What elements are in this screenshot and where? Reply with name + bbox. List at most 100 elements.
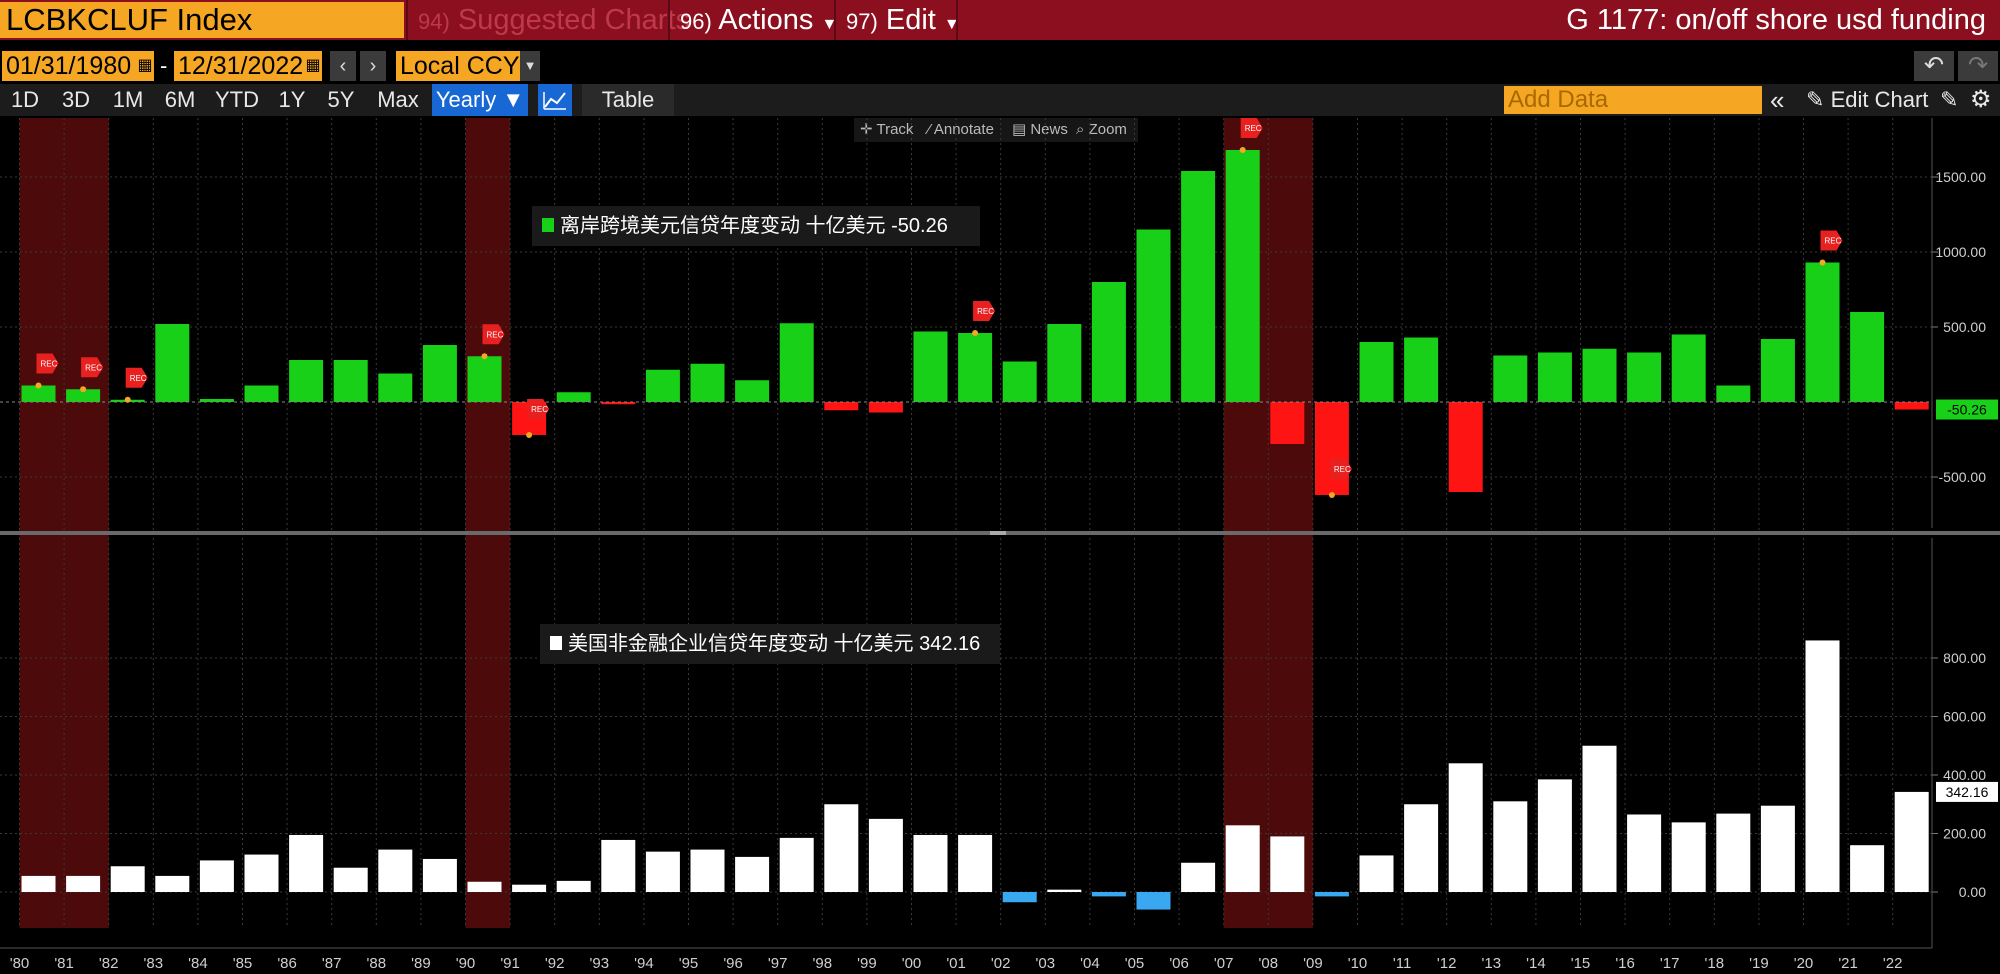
dropdown-arrow-icon[interactable]: ▼ bbox=[520, 51, 540, 81]
next-arrow-icon[interactable]: › bbox=[360, 51, 386, 81]
bar[interactable] bbox=[378, 849, 413, 892]
bar[interactable] bbox=[422, 858, 457, 892]
bar[interactable] bbox=[1404, 337, 1439, 403]
bar[interactable] bbox=[1448, 402, 1483, 492]
bar[interactable] bbox=[1582, 745, 1617, 892]
period-3d[interactable]: 3D bbox=[52, 84, 100, 116]
collapse-icon[interactable]: « bbox=[1770, 84, 1784, 116]
bar[interactable] bbox=[1136, 892, 1171, 910]
bar[interactable] bbox=[601, 839, 636, 892]
bar[interactable] bbox=[1091, 282, 1126, 402]
start-date-field[interactable]: 01/31/1980 bbox=[2, 51, 136, 81]
period-1d[interactable]: 1D bbox=[4, 84, 46, 116]
bar[interactable] bbox=[1225, 150, 1260, 402]
bar[interactable] bbox=[1850, 312, 1885, 402]
bar[interactable] bbox=[289, 360, 324, 402]
calendar-icon[interactable]: ▦ bbox=[136, 51, 154, 81]
rec-flag[interactable]: REC bbox=[1820, 230, 1843, 251]
bar[interactable] bbox=[155, 324, 190, 402]
undo-icon[interactable]: ↶ bbox=[1914, 51, 1954, 81]
bar[interactable] bbox=[199, 860, 234, 892]
bar[interactable] bbox=[824, 402, 859, 411]
bar[interactable] bbox=[1894, 791, 1929, 892]
add-data-input[interactable]: Add Data bbox=[1504, 86, 1762, 114]
currency-select[interactable]: Local CCY bbox=[396, 51, 520, 81]
actions-menu[interactable]: 96) Actions ▼ bbox=[680, 0, 837, 40]
bar[interactable] bbox=[1671, 334, 1706, 403]
bar[interactable] bbox=[244, 385, 279, 403]
bar[interactable] bbox=[467, 881, 502, 892]
bar[interactable] bbox=[1805, 640, 1840, 892]
bar[interactable] bbox=[868, 818, 903, 892]
bar[interactable] bbox=[645, 851, 680, 892]
bar[interactable] bbox=[1760, 339, 1795, 402]
bar[interactable] bbox=[21, 875, 56, 892]
rec-flag[interactable]: REC bbox=[973, 301, 996, 321]
bar[interactable] bbox=[1359, 855, 1394, 892]
end-date-field[interactable]: 12/31/2022 bbox=[174, 51, 304, 81]
bar[interactable] bbox=[1136, 229, 1171, 403]
bar[interactable] bbox=[735, 856, 770, 892]
chart-canvas[interactable]: REC REC REC REC REC REC REC REC REC 1500.00 1000.0… bbox=[0, 118, 2000, 974]
bar[interactable] bbox=[1716, 385, 1751, 403]
bar[interactable] bbox=[690, 849, 725, 892]
bar[interactable] bbox=[289, 834, 324, 892]
bar[interactable] bbox=[913, 331, 948, 403]
bar[interactable] bbox=[1314, 402, 1349, 495]
gear-icon[interactable]: ⚙ bbox=[1970, 84, 1992, 116]
bar[interactable] bbox=[556, 392, 591, 402]
bar[interactable] bbox=[1716, 813, 1751, 892]
bar[interactable] bbox=[512, 884, 547, 892]
bar[interactable] bbox=[1002, 361, 1037, 403]
bar[interactable] bbox=[556, 880, 591, 892]
bar[interactable] bbox=[1448, 763, 1483, 892]
bar[interactable] bbox=[467, 356, 502, 402]
bar[interactable] bbox=[1047, 324, 1082, 402]
resize-handle[interactable] bbox=[990, 531, 1006, 535]
bar[interactable] bbox=[378, 373, 413, 403]
bar[interactable] bbox=[1270, 836, 1305, 892]
bar[interactable] bbox=[1537, 352, 1572, 403]
bar[interactable] bbox=[66, 875, 101, 892]
bar[interactable] bbox=[1805, 262, 1840, 403]
line-chart-icon[interactable] bbox=[538, 84, 572, 116]
bar[interactable] bbox=[779, 323, 814, 402]
bar[interactable] bbox=[1582, 348, 1617, 402]
bar[interactable] bbox=[1359, 342, 1394, 402]
bar[interactable] bbox=[958, 333, 993, 402]
edit-icon[interactable]: ✎ bbox=[1940, 84, 1958, 116]
bar[interactable] bbox=[1002, 892, 1037, 903]
bar[interactable] bbox=[824, 804, 859, 892]
bar[interactable] bbox=[333, 867, 368, 892]
bar[interactable] bbox=[1493, 355, 1528, 403]
bar[interactable] bbox=[1181, 862, 1216, 892]
bar[interactable] bbox=[1493, 801, 1528, 892]
bar[interactable] bbox=[333, 360, 368, 402]
bar[interactable] bbox=[155, 875, 190, 892]
period-1y[interactable]: 1Y bbox=[272, 84, 312, 116]
bar[interactable] bbox=[645, 369, 680, 402]
period-max[interactable]: Max bbox=[370, 84, 426, 116]
bar[interactable] bbox=[958, 834, 993, 892]
period-1m[interactable]: 1M bbox=[104, 84, 152, 116]
edit-chart-button[interactable]: ✎ Edit Chart bbox=[1806, 84, 1928, 116]
bar[interactable] bbox=[1850, 845, 1885, 892]
bar[interactable] bbox=[690, 363, 725, 402]
bar[interactable] bbox=[1047, 889, 1082, 892]
bar[interactable] bbox=[1627, 352, 1662, 403]
ticker-field[interactable]: LCBKCLUF Index bbox=[0, 2, 404, 38]
bar[interactable] bbox=[1181, 171, 1216, 402]
bar[interactable] bbox=[1404, 804, 1439, 892]
edit-menu[interactable]: 97) Edit ▼ bbox=[846, 0, 960, 40]
table-button[interactable]: Table bbox=[582, 84, 674, 116]
bar[interactable] bbox=[1225, 825, 1260, 892]
period-6m[interactable]: 6M bbox=[156, 84, 204, 116]
prev-arrow-icon[interactable]: ‹ bbox=[330, 51, 356, 81]
bar[interactable] bbox=[1627, 814, 1662, 892]
bar[interactable] bbox=[1314, 892, 1349, 897]
bar[interactable] bbox=[735, 380, 770, 402]
bar[interactable] bbox=[1537, 779, 1572, 892]
bar[interactable] bbox=[1894, 402, 1929, 410]
bar[interactable] bbox=[1760, 805, 1795, 892]
rec-flag[interactable]: REC bbox=[125, 367, 148, 388]
